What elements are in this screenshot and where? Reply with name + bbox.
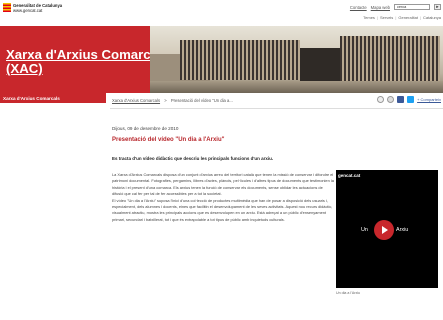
building-shadow — [300, 48, 340, 82]
article-lead: Es tracta d'un vídeo didàctic que descri… — [112, 156, 274, 161]
divider — [110, 108, 443, 109]
share-link[interactable]: + Comparteix — [417, 97, 441, 102]
left-nav-header[interactable]: Xarxa d'Arxius Comarcals — [0, 93, 106, 103]
contact-link[interactable]: Contacte — [350, 5, 367, 10]
share-tools: + Comparteix — [377, 96, 441, 103]
video-caption: Un dia a l'Arxiu — [336, 291, 361, 295]
video-player[interactable]: gencat.cat Un Arxiu — [336, 170, 438, 288]
search-input[interactable]: cerca — [394, 4, 430, 10]
article-paragraph: La Xarxa d'Arxius Comarcals disposa d'un… — [112, 172, 334, 197]
print-icon[interactable] — [377, 96, 385, 103]
play-icon[interactable] — [374, 220, 394, 240]
building-facade — [340, 36, 440, 82]
breadcrumb-current: Presentació del vídeo "Un dia a... — [170, 98, 233, 103]
video-title-word: Arxiu — [396, 227, 409, 233]
video-title-word: Un — [361, 227, 368, 233]
search-button[interactable]: ► — [434, 4, 441, 10]
site-title[interactable]: Xarxa d'Arxius Comarcals (XAC) — [6, 48, 169, 76]
generalitat-logo-icon[interactable] — [3, 3, 11, 12]
nav-separator: | — [419, 15, 421, 20]
top-links: Contacte Mapa web cerca ► — [350, 4, 441, 10]
nav-catalunya[interactable]: Catalunya — [423, 15, 441, 20]
site-title-line1[interactable]: Xarxa d'Arxius Comarcals — [6, 48, 169, 62]
breadcrumb-separator: > — [164, 98, 167, 103]
sitemap-link[interactable]: Mapa web — [371, 5, 390, 10]
site-title-line2[interactable]: (XAC) — [6, 62, 169, 76]
video-brand: gencat.cat — [338, 173, 361, 178]
breadcrumb-home[interactable]: Xarxa d'Arxius Comarcals — [112, 98, 160, 103]
nav-separator: | — [395, 15, 397, 20]
ground — [150, 81, 443, 93]
twitter-icon[interactable] — [407, 96, 415, 103]
secondary-nav: Temes | Serveis | Generalitat | Cataluny… — [363, 15, 441, 20]
email-icon[interactable] — [387, 96, 395, 103]
nav-temes[interactable]: Temes — [363, 15, 375, 20]
left-nav-label[interactable]: Xarxa d'Arxius Comarcals — [3, 96, 60, 101]
building-facade — [180, 40, 300, 80]
article-body: La Xarxa d'Arxius Comarcals disposa d'un… — [112, 172, 334, 223]
nav-generalitat[interactable]: Generalitat — [398, 15, 418, 20]
nav-separator: | — [376, 15, 378, 20]
site-banner: Xarxa d'Arxius Comarcals (XAC) — [0, 26, 443, 93]
facebook-icon[interactable] — [397, 96, 405, 103]
brand-url[interactable]: www.gencat.cat — [13, 8, 42, 13]
nav-serveis[interactable]: Serveis — [380, 15, 393, 20]
breadcrumb: Xarxa d'Arxius Comarcals > Presentació d… — [112, 98, 233, 103]
article-date: Dijous, 09 de desembre de 2010 — [112, 126, 179, 131]
banner-photo — [150, 26, 443, 93]
article-title: Presentació del vídeo "Un dia a l'Arxiu" — [112, 137, 225, 143]
article-paragraph: El vídeo "Un dia a l'Arxiu" suposa l'ini… — [112, 197, 333, 222]
top-bar: Generalitat de Catalunya www.gencat.cat … — [0, 0, 443, 26]
